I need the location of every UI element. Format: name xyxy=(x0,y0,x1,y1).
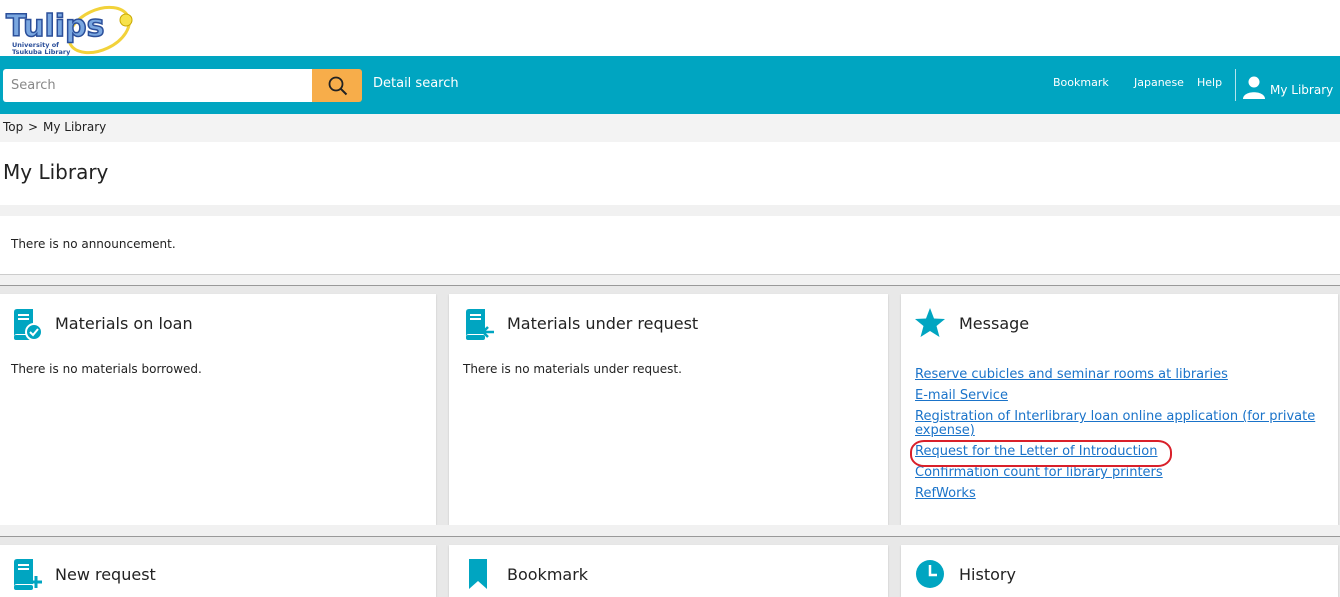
divider xyxy=(0,205,1340,216)
nav-my-library-label: My Library xyxy=(1270,83,1334,97)
svg-text:Tsukuba Library: Tsukuba Library xyxy=(12,48,71,56)
announcement-panel: There is no announcement. xyxy=(0,216,1340,275)
card-title: Bookmark xyxy=(507,565,589,584)
book-plus-icon xyxy=(11,558,45,596)
header-logo-bar: Tulips University of Tsukuba Library xyxy=(0,0,1340,56)
search-icon xyxy=(328,76,348,96)
link-reserve-cubicles[interactable]: Reserve cubicles and seminar rooms at li… xyxy=(915,368,1335,382)
card-bookmark: Bookmark xyxy=(449,545,888,597)
card-title: History xyxy=(959,565,1016,584)
card-body-text: There is no materials borrowed. xyxy=(11,362,202,376)
svg-text:Tulips: Tulips xyxy=(6,9,104,44)
announcement-text: There is no announcement. xyxy=(11,237,176,251)
nav-japanese-link[interactable]: Japanese xyxy=(1134,76,1184,89)
breadcrumb-separator: > xyxy=(28,120,39,134)
nav-bookmark-link[interactable]: Bookmark xyxy=(1053,76,1109,89)
link-refworks[interactable]: RefWorks xyxy=(915,487,1335,501)
link-printer-count[interactable]: Confirmation count for library printers xyxy=(915,466,1335,480)
book-check-icon xyxy=(11,308,45,346)
card-materials-on-loan: Materials on loan There is no materials … xyxy=(0,294,436,525)
detail-search-link[interactable]: Detail search xyxy=(373,76,459,91)
breadcrumb: Top > My Library xyxy=(0,114,1340,142)
card-message: Message Reserve cubicles and seminar roo… xyxy=(901,294,1338,525)
search-button[interactable] xyxy=(312,69,362,102)
search-input[interactable] xyxy=(3,69,312,102)
card-history: History xyxy=(901,545,1338,597)
star-icon xyxy=(914,307,946,343)
link-letter-of-introduction[interactable]: Request for the Letter of Introduction xyxy=(915,445,1335,459)
bookmark-icon xyxy=(467,558,491,596)
book-arrow-icon xyxy=(463,308,497,346)
breadcrumb-current: My Library xyxy=(43,120,107,134)
card-new-request: New request xyxy=(0,545,436,597)
card-materials-under-request: Materials under request There is no mate… xyxy=(449,294,888,525)
page-title: My Library xyxy=(3,160,109,184)
card-title: Message xyxy=(959,314,1030,333)
search-box xyxy=(3,69,362,102)
divider xyxy=(0,525,1340,537)
link-interlibrary-loan-registration[interactable]: Registration of Interlibrary loan online… xyxy=(915,410,1335,438)
main-navbar: Detail search Bookmark Japanese Help My … xyxy=(0,56,1340,114)
link-email-service[interactable]: E-mail Service xyxy=(915,389,1335,403)
breadcrumb-top-link[interactable]: Top xyxy=(3,120,23,134)
nav-divider xyxy=(1235,69,1236,101)
card-body-text: There is no materials under request. xyxy=(463,362,682,376)
nav-help-link[interactable]: Help xyxy=(1197,76,1222,89)
card-title: Materials on loan xyxy=(55,314,193,333)
tulips-logo[interactable]: Tulips University of Tsukuba Library xyxy=(4,2,134,56)
divider xyxy=(0,275,1340,286)
user-icon xyxy=(1243,76,1265,99)
message-links: Reserve cubicles and seminar rooms at li… xyxy=(915,368,1335,508)
clock-icon xyxy=(915,559,945,593)
card-title: Materials under request xyxy=(507,314,699,333)
card-title: New request xyxy=(55,565,156,584)
